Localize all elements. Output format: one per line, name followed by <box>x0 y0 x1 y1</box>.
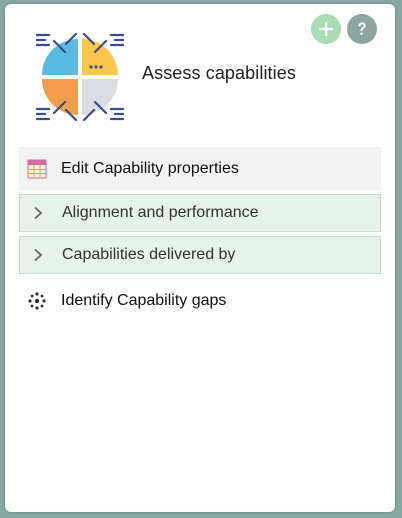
add-button[interactable] <box>311 14 341 44</box>
capabilities-panel: Assess capabilities Edit Capability prop… <box>5 4 395 512</box>
table-grid-icon <box>27 159 47 179</box>
help-button[interactable] <box>347 14 377 44</box>
identify-capability-gaps-item[interactable]: Identify Capability gaps <box>19 281 381 321</box>
identify-capability-gaps-label: Identify Capability gaps <box>61 292 227 309</box>
plus-icon <box>319 22 333 36</box>
section-alignment-and-performance[interactable]: Alignment and performance <box>19 194 381 232</box>
scatter-dots-icon <box>27 291 47 311</box>
page-title: Assess capabilities <box>142 63 296 83</box>
chevron-right-icon <box>30 248 46 262</box>
section-capabilities-delivered-by[interactable]: Capabilities delivered by <box>19 236 381 274</box>
edit-capability-properties-item[interactable]: Edit Capability properties <box>19 147 381 190</box>
section-alignment-label: Alignment and performance <box>62 204 259 221</box>
section-delivered-by-label: Capabilities delivered by <box>62 246 236 263</box>
edit-capability-properties-label: Edit Capability properties <box>61 159 239 177</box>
capability-quadrant-icon <box>35 32 125 122</box>
chevron-right-icon <box>30 206 46 220</box>
question-mark-icon <box>358 22 366 35</box>
